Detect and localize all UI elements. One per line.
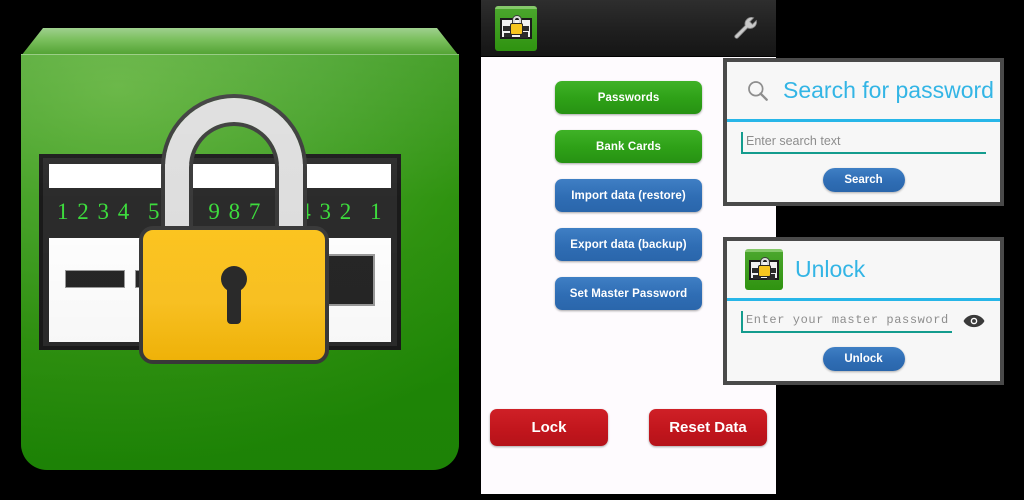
search-dialog-title: Search for password [783,77,994,103]
master-password-input[interactable] [741,311,952,333]
app-icon-artwork: 1 2 3 4 5 8 9 8 7 5 4 3 2 1 [21,28,459,470]
export-data-button[interactable]: Export data (backup) [555,228,702,261]
set-master-password-button[interactable]: Set Master Password [555,277,702,310]
padlock-body [139,226,329,364]
search-button[interactable]: Search [822,168,905,192]
padlock-keyhole [221,266,247,292]
unlock-button[interactable]: Unlock [822,347,905,371]
unlock-dialog-body: Unlock [727,301,1000,371]
unlock-dialog-header: Unlock [727,241,1000,301]
wrench-icon[interactable] [730,13,760,43]
card-number-group: 1 [369,199,383,224]
icon-green-body: 1 2 3 4 5 8 9 8 7 5 4 3 2 1 [21,54,459,470]
mini-lock-shape [510,22,523,35]
unlock-action-row: Unlock [741,347,986,371]
unlock-dialog-title: Unlock [795,256,866,282]
screenshot-root: 1 2 3 4 5 8 9 8 7 5 4 3 2 1 Passwords Ba… [0,0,1024,500]
search-dialog: Search for password Search [723,58,1004,206]
master-password-field-wrap [741,311,986,333]
search-field-wrap [741,132,986,154]
icon-top-bevel [21,28,459,56]
padlock-icon [139,98,329,378]
bottom-button-row: Lock Reset Data [481,409,776,446]
mini-lock-shape [758,265,771,277]
unlock-dialog: Unlock Unlock [723,237,1004,385]
search-dialog-header: Search for password [727,62,1000,122]
eye-icon[interactable] [962,311,986,331]
import-data-button[interactable]: Import data (restore) [555,179,702,212]
search-input[interactable] [741,132,986,154]
lock-button[interactable]: Lock [490,409,608,446]
app-logo-icon [745,249,783,290]
card-number-group: 1 2 3 4 [57,199,131,224]
search-action-row: Search [741,168,986,192]
action-bar [481,0,776,57]
passwords-button[interactable]: Passwords [555,81,702,114]
bank-cards-button[interactable]: Bank Cards [555,130,702,163]
card-signature-strip [65,270,125,288]
app-logo-icon[interactable] [495,5,537,51]
reset-data-button[interactable]: Reset Data [649,409,767,446]
magnifier-icon [745,78,771,104]
search-dialog-body: Search [727,122,1000,192]
